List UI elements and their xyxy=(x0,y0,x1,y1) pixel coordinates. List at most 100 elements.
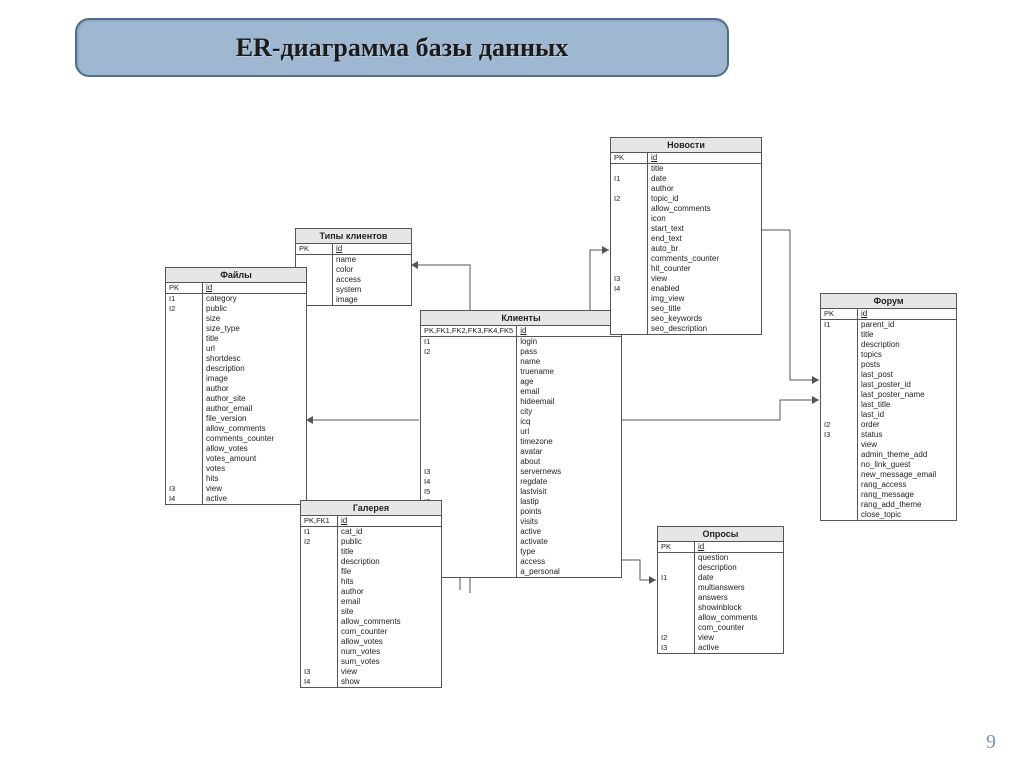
field-col: points xyxy=(517,507,621,517)
field-col: access xyxy=(517,557,621,567)
field-col: id xyxy=(333,244,412,255)
field-col: question xyxy=(695,553,784,563)
field-col: seo_title xyxy=(648,304,762,314)
entity-title: Форум xyxy=(821,294,956,309)
key-col xyxy=(611,244,648,254)
field-col: icq xyxy=(517,417,621,427)
key-col xyxy=(821,380,858,390)
field-col: title xyxy=(338,547,442,557)
field-col: author_email xyxy=(203,404,307,414)
key-col xyxy=(421,387,517,397)
field-col: email xyxy=(338,597,442,607)
key-col xyxy=(611,234,648,244)
key-col xyxy=(821,480,858,490)
field-col: no_link_guest xyxy=(858,460,957,470)
field-col: avatar xyxy=(517,447,621,457)
key-col: I3 xyxy=(611,274,648,284)
field-col: date xyxy=(648,174,762,184)
field-col: color xyxy=(333,265,412,275)
field-col: servernews xyxy=(517,467,621,477)
field-col: description xyxy=(858,340,957,350)
field-col: last_poster_name xyxy=(858,390,957,400)
field-col: size_type xyxy=(203,324,307,334)
entity-fields: PKidnamecoloraccessI1systemimage xyxy=(296,244,411,305)
key-col: PK xyxy=(658,542,695,553)
field-col: rang_add_theme xyxy=(858,500,957,510)
key-col: I4 xyxy=(166,494,203,504)
field-col: access xyxy=(333,275,412,285)
key-col xyxy=(166,424,203,434)
field-col: active xyxy=(517,527,621,537)
entity-fields: PK,FK1,FK2,FK3,FK4,FK5idI1loginI2passnam… xyxy=(421,326,621,577)
key-col xyxy=(611,314,648,324)
field-col: close_topic xyxy=(858,510,957,520)
key-col xyxy=(421,447,517,457)
key-col xyxy=(658,603,695,613)
field-col: public xyxy=(203,304,307,314)
field-col: description xyxy=(338,557,442,567)
field-col: end_text xyxy=(648,234,762,244)
key-col xyxy=(421,427,517,437)
key-col: I1 xyxy=(421,337,517,347)
field-col: size xyxy=(203,314,307,324)
field-col: view xyxy=(648,274,762,284)
key-col xyxy=(166,354,203,364)
field-col: admin_theme_add xyxy=(858,450,957,460)
key-col xyxy=(166,464,203,474)
key-col xyxy=(301,657,338,667)
key-col: I1 xyxy=(166,294,203,304)
key-col xyxy=(611,204,648,214)
key-col xyxy=(166,364,203,374)
key-col xyxy=(611,304,648,314)
field-col: date xyxy=(695,573,784,583)
entity-fields: PKidquestiondescriptionI1datemultianswer… xyxy=(658,542,783,653)
key-col xyxy=(166,384,203,394)
key-col xyxy=(421,367,517,377)
key-col xyxy=(301,577,338,587)
key-col xyxy=(166,444,203,454)
field-col: hit_counter xyxy=(648,264,762,274)
entity-polls: ОпросыPKidquestiondescriptionI1datemulti… xyxy=(657,526,784,654)
entity-clients: КлиентыPK,FK1,FK2,FK3,FK4,FK5idI1loginI2… xyxy=(420,310,622,578)
field-col: description xyxy=(695,563,784,573)
field-col: lastip xyxy=(517,497,621,507)
entity-gallery: ГалереяPK,FK1idI1cat_idI2publictitledesc… xyxy=(300,500,442,688)
field-col: answers xyxy=(695,593,784,603)
entity-title: Опросы xyxy=(658,527,783,542)
key-col xyxy=(658,623,695,633)
field-col: allow_comments xyxy=(648,204,762,214)
field-col: category xyxy=(203,294,307,304)
key-col xyxy=(301,597,338,607)
field-col: pass xyxy=(517,347,621,357)
field-col: allow_comments xyxy=(695,613,784,623)
field-col: id xyxy=(648,153,762,164)
key-col: I2 xyxy=(301,537,338,547)
key-col: I1 xyxy=(301,527,338,537)
key-col: I1 xyxy=(658,573,695,583)
key-col: PK,FK1,FK2,FK3,FK4,FK5 xyxy=(421,326,517,337)
key-col xyxy=(658,613,695,623)
field-col: allow_votes xyxy=(338,637,442,647)
key-col xyxy=(301,627,338,637)
key-col xyxy=(611,254,648,264)
field-col: hideemail xyxy=(517,397,621,407)
key-col xyxy=(166,314,203,324)
field-col: image xyxy=(203,374,307,384)
field-col: status xyxy=(858,430,957,440)
key-col: I2 xyxy=(421,347,517,357)
key-col xyxy=(821,400,858,410)
field-col: lastvisit xyxy=(517,487,621,497)
key-col xyxy=(301,587,338,597)
field-col: active xyxy=(695,643,784,653)
entity-fields: PKidI1parent_idtitledescriptiontopicspos… xyxy=(821,309,956,520)
key-col xyxy=(611,264,648,274)
field-col: last_id xyxy=(858,410,957,420)
field-col: cat_id xyxy=(338,527,442,537)
entity-title: Галерея xyxy=(301,501,441,516)
field-col: img_view xyxy=(648,294,762,304)
field-col: image xyxy=(333,295,412,305)
key-col: I3 xyxy=(821,430,858,440)
field-col: last_title xyxy=(858,400,957,410)
key-col xyxy=(421,357,517,367)
field-col: id xyxy=(695,542,784,553)
